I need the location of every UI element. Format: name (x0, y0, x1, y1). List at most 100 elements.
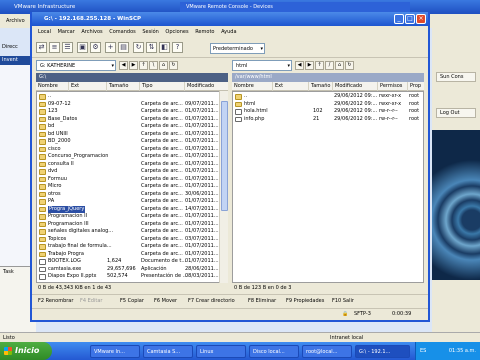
remote-col-size[interactable]: Tamaño (308, 82, 330, 91)
remote-parent-icon[interactable]: ↑ (315, 61, 324, 70)
exit-button[interactable]: F10 Salir (332, 295, 354, 307)
taskbar-item-camtasia[interactable]: Camtasia S... (143, 345, 193, 358)
move-button[interactable]: F6 Mover (154, 295, 177, 307)
local-scrollbar-thumb[interactable] (221, 101, 228, 211)
local-file-row[interactable]: BOOTEX.LOG 1,624 Documento de t... 01/07/20… (37, 258, 219, 266)
taskbar-item-linux[interactable]: Linux (196, 345, 246, 358)
queue-icon[interactable]: ☰ (62, 42, 73, 53)
local-file-row[interactable]: Topicos Carpeta de arc... 03/07/2011... (37, 236, 219, 244)
remote-file-row[interactable]: info.php 21 29/06/2012 09:... rw-r--r-- root (233, 116, 419, 124)
local-file-row[interactable]: PA Carpeta de arc... 01/07/2011... (37, 198, 219, 206)
remote-forward-icon[interactable]: ▶ (305, 61, 314, 70)
local-file-row[interactable]: bd Carpeta de arc... 01/07/2011... (37, 123, 219, 131)
remote-col-modified[interactable]: Modificado (332, 82, 362, 91)
sidebar-button-sun-cons[interactable]: Sun Cons (436, 72, 476, 82)
delete-button[interactable]: F8 Eliminar (248, 295, 276, 307)
log-out-button[interactable]: Log Out (436, 108, 476, 118)
remote-file-row[interactable]: hola.html 102 29/06/2012 09:... rw-r--r-- ro… (233, 108, 419, 116)
properties-button[interactable]: F9 Propiedades (286, 295, 324, 307)
remote-col-name[interactable]: Nombre (232, 82, 254, 91)
local-file-row[interactable]: dvd Carpeta de arc... 01/07/2011... (37, 168, 219, 176)
local-scrollbar[interactable] (219, 91, 228, 283)
local-file-row[interactable]: bd UNIII Carpeta de arc... 01/07/2011... (37, 131, 219, 139)
parent-directory-icon[interactable]: ↑ (139, 61, 148, 70)
remote-file-list[interactable]: .. 29/06/2012 09:... rwxr-xr-x root html 29/0… (232, 91, 424, 283)
remote-refresh-icon[interactable]: ↻ (345, 61, 354, 70)
edit-button[interactable]: F4 Editar (80, 295, 102, 307)
menu-marcar[interactable]: Marcar (58, 29, 75, 35)
remote-file-row[interactable]: html 29/06/2012 09:... rwxr-xr-x root (233, 101, 419, 109)
local-col-modified[interactable]: Modificado (184, 82, 214, 91)
local-file-row[interactable]: Progra_jQuery Carpeta de arc... 14/07/2011… (37, 205, 219, 213)
forward-icon[interactable]: ▶ (129, 61, 138, 70)
local-col-name[interactable]: Nombre (36, 82, 58, 91)
refresh-local-icon[interactable]: ↻ (169, 61, 178, 70)
local-file-row[interactable]: otros Carpeta de arc... 30/06/2011... (37, 191, 219, 199)
local-file-row[interactable]: 123 Carpeta de arc... 01/07/2011... (37, 108, 219, 116)
menu-sesion[interactable]: Sesión (142, 29, 158, 35)
remote-col-owner[interactable]: Prop (407, 82, 421, 91)
remote-root-icon[interactable]: / (325, 61, 334, 70)
local-file-row[interactable]: cisco Carpeta de arc... 01/07/2011... (37, 146, 219, 154)
maximize-button[interactable]: □ (405, 14, 415, 24)
taskbar-item-winscp[interactable]: G:\ - 192.1... (355, 345, 410, 358)
local-file-row[interactable]: Programacion III Carpeta de arc... 01/07/2… (37, 221, 219, 229)
menu-archivos[interactable]: Archivos (81, 29, 102, 35)
compare-icon[interactable]: ≡ (49, 42, 60, 53)
local-col-type[interactable]: Tipo (139, 82, 153, 91)
synchronize-icon[interactable]: ⇄ (36, 42, 47, 53)
minimize-button[interactable]: _ (394, 14, 404, 24)
local-file-row[interactable]: Trabajo Progra Carpeta de arc... 01/07/201… (37, 251, 219, 259)
menu-local[interactable]: Local (38, 29, 51, 35)
local-drive-select[interactable]: G: KATHERINE ▾ (36, 60, 116, 71)
new-session-icon[interactable]: + (105, 42, 116, 53)
local-file-row[interactable]: Micro Carpeta de arc... 01/07/2011... (37, 183, 219, 191)
local-col-size[interactable]: Tamaño (106, 82, 128, 91)
local-file-row[interactable]: consulta II Carpeta de arc... 01/07/2011..… (37, 161, 219, 169)
create-directory-button[interactable]: F7 Crear directorio (188, 295, 235, 307)
back-icon[interactable]: ◀ (119, 61, 128, 70)
local-file-row[interactable]: camtasia.exe 29,657,696 Aplicación 28/06/20… (37, 266, 219, 274)
local-file-row[interactable]: Diapos Expo II.pptx 502,574 Presentación d… (37, 273, 219, 281)
local-file-row[interactable]: trabajo final de formula... Carpeta de ar… (37, 243, 219, 251)
local-col-ext[interactable]: Ext (68, 82, 79, 91)
close-button[interactable]: × (416, 14, 426, 24)
rename-button[interactable]: F2 Renombrar (38, 295, 73, 307)
local-file-row[interactable]: .. (37, 93, 219, 101)
menu-ayuda[interactable]: Ayuda (221, 29, 236, 35)
remote-home-icon[interactable]: ⌂ (335, 61, 344, 70)
help-icon[interactable]: ? (172, 42, 183, 53)
home-icon[interactable]: ⌂ (159, 61, 168, 70)
remote-col-perms[interactable]: Permisos (377, 82, 402, 91)
local-file-list[interactable]: .. 09-07-12 Carpeta de arc... 09/07/2011...… (36, 91, 228, 283)
remote-dir-select[interactable]: html ▾ (232, 60, 292, 71)
taskbar-item-vmware[interactable]: VMware In... (90, 345, 140, 358)
transfer-preset-select[interactable]: Predeterminado ▾ (210, 43, 265, 54)
transfer-settings-icon[interactable]: ⇅ (146, 42, 157, 53)
local-file-row[interactable]: 09-07-12 Carpeta de arc... 09/07/2011... (37, 101, 219, 109)
local-file-row[interactable]: Concurso_Programacion Carpeta de arc... 01… (37, 153, 219, 161)
transfer-mode-icon[interactable]: ◧ (159, 42, 170, 53)
taskbar-item-disco-local[interactable]: Disco local... (249, 345, 299, 358)
remote-file-row[interactable]: .. 29/06/2012 09:... rwxr-xr-x root (233, 93, 419, 101)
remote-back-icon[interactable]: ◀ (295, 61, 304, 70)
open-session-icon[interactable]: ▤ (118, 42, 129, 53)
start-button[interactable]: Inicio (0, 342, 52, 360)
local-file-row[interactable]: señales digitales analog... Carpeta de ar… (37, 228, 219, 236)
root-directory-icon[interactable]: \ (149, 61, 158, 70)
local-file-row[interactable]: Programacion II Carpeta de arc... 01/07/20… (37, 213, 219, 221)
folder-icon (39, 206, 46, 212)
preferences-icon[interactable]: ⚙ (90, 42, 101, 53)
refresh-icon[interactable]: ↻ (133, 42, 144, 53)
terminal-icon[interactable]: ▣ (77, 42, 88, 53)
language-indicator[interactable]: ES (420, 342, 426, 360)
menu-remoto[interactable]: Remoto (195, 29, 214, 35)
local-file-row[interactable]: Base_Datos Carpeta de arc... 01/07/2011... (37, 116, 219, 124)
local-file-row[interactable]: BD_2000 Carpeta de arc... 01/07/2011... (37, 138, 219, 146)
taskbar-item-root-terminal[interactable]: root@local... (302, 345, 352, 358)
menu-comandos[interactable]: Comandos (109, 29, 136, 35)
remote-col-ext[interactable]: Ext (272, 82, 283, 91)
local-file-row[interactable]: Formuu Carpeta de arc... 01/07/2011... (37, 176, 219, 184)
copy-button[interactable]: F5 Copiar (120, 295, 144, 307)
menu-opciones[interactable]: Opciones (165, 29, 188, 35)
